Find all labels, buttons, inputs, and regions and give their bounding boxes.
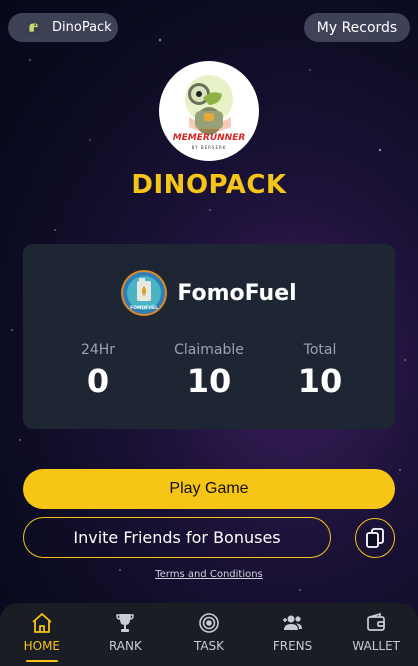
target-icon <box>199 613 219 633</box>
copy-invite-link-button[interactable] <box>355 518 395 558</box>
memerunner-logo: MEMERUNNER BY BERSERK <box>159 61 259 161</box>
nav-frens[interactable]: FRENS <box>251 603 335 666</box>
token-card: FOMOFUEL FomoFuel 24Hr 0 Claimable 10 To… <box>23 244 395 429</box>
page-title: DINOPACK <box>131 170 287 200</box>
stat-value: 0 <box>86 362 110 400</box>
logo-wordmark: MEMERUNNER <box>172 133 246 143</box>
home-icon <box>32 613 52 633</box>
token-header: FOMOFUEL FomoFuel <box>23 270 395 316</box>
wallet-icon <box>367 612 386 631</box>
stat-24hr: 24Hr 0 <box>43 342 153 400</box>
bottom-nav: HOME RANK TASK FRENS WALLET <box>0 603 418 666</box>
token-name: FomoFuel <box>177 280 297 306</box>
terms-link[interactable]: Terms and Conditions <box>0 569 418 580</box>
dino-icon <box>24 19 42 36</box>
copy-icon <box>366 528 384 548</box>
stat-total: Total 10 <box>265 342 375 400</box>
stat-claimable: Claimable 10 <box>154 342 264 400</box>
nav-label: RANK <box>108 639 142 653</box>
stat-value: 10 <box>297 362 343 400</box>
logo-subtext: BY BERSERK <box>191 145 227 150</box>
nav-rank[interactable]: RANK <box>84 603 168 666</box>
nav-home[interactable]: HOME <box>0 603 84 666</box>
stat-label: Total <box>303 342 337 358</box>
nav-label: HOME <box>23 639 60 653</box>
invite-friends-label: Invite Friends for Bonuses <box>73 528 281 547</box>
fomofuel-icon: FOMOFUEL <box>121 270 168 316</box>
app-name: DinoPack <box>52 20 112 35</box>
token-icon-text: FOMOFUEL <box>130 305 158 311</box>
add-friends-icon <box>282 615 302 630</box>
stat-label: Claimable <box>174 342 244 358</box>
stat-label: 24Hr <box>80 342 116 358</box>
nav-wallet[interactable]: WALLET <box>334 603 418 666</box>
nav-label: FRENS <box>272 639 313 653</box>
my-records-label: My Records <box>316 19 398 36</box>
stat-value: 10 <box>186 362 232 400</box>
nav-label: TASK <box>193 639 225 653</box>
invite-friends-button[interactable]: Invite Friends for Bonuses <box>23 517 331 558</box>
nav-label: WALLET <box>352 639 401 653</box>
trophy-icon <box>116 614 135 632</box>
app-switcher[interactable]: DinoPack <box>8 13 118 42</box>
play-game-button[interactable]: Play Game <box>23 469 395 509</box>
nav-task[interactable]: TASK <box>167 603 251 666</box>
my-records-button[interactable]: My Records <box>304 13 410 42</box>
